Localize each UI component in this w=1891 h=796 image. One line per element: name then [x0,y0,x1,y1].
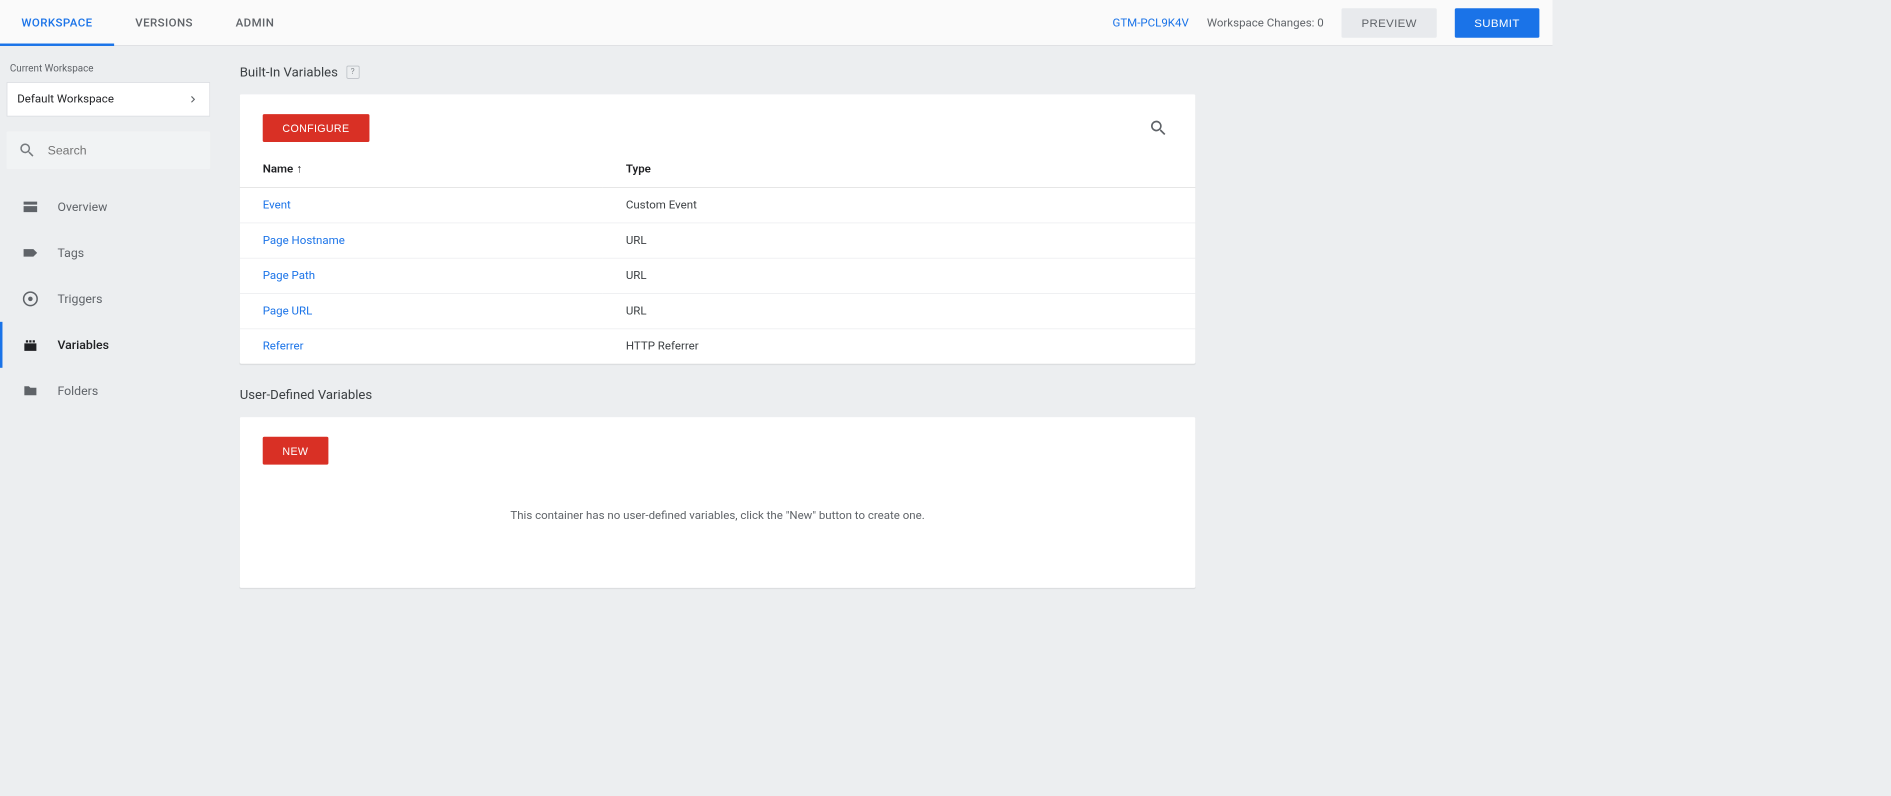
sidebar-nav: Overview Tags Triggers Variables [7,184,211,414]
sidebar-item-overview[interactable]: Overview [7,184,211,230]
variable-link[interactable]: Referrer [263,340,304,353]
tab-workspace[interactable]: WORKSPACE [0,0,114,45]
sidebar-item-label: Triggers [57,291,102,306]
variable-type: URL [603,223,1196,258]
variables-icon [21,336,39,354]
container-id-link[interactable]: GTM-PCL9K4V [1112,16,1188,29]
table-search-button[interactable] [1144,114,1172,142]
variable-link[interactable]: Page Hostname [263,234,345,247]
table-row[interactable]: Event Custom Event [240,188,1196,223]
tag-icon [21,244,39,262]
table-row[interactable]: Page Hostname URL [240,223,1196,258]
userdef-variables-card: NEW This container has no user-defined v… [240,417,1196,588]
builtin-section-title: Built-In Variables ? [240,64,1196,80]
sidebar-item-variables[interactable]: Variables [7,322,211,368]
sidebar-item-label: Overview [57,200,107,215]
empty-state-message: This container has no user-defined varia… [263,465,1173,522]
userdef-section-title: User-Defined Variables [240,387,1196,403]
variable-link[interactable]: Page Path [263,269,315,282]
search-icon [18,141,36,159]
main-content: Built-In Variables ? CONFIGURE Name↑ [217,46,1219,601]
variable-link[interactable]: Event [263,199,291,212]
variable-type: HTTP Referrer [603,329,1196,364]
sidebar-item-triggers[interactable]: Triggers [7,276,211,322]
sidebar-item-label: Variables [57,337,108,352]
sidebar-item-label: Tags [57,245,84,260]
table-row[interactable]: Page URL URL [240,294,1196,329]
column-name-header[interactable]: Name↑ [240,154,603,188]
browser-icon [21,198,39,216]
sidebar: Current Workspace Default Workspace Over… [0,46,217,601]
configure-button[interactable]: CONFIGURE [263,114,369,142]
top-bar: WORKSPACE VERSIONS ADMIN GTM-PCL9K4V Wor… [0,0,1553,46]
variable-type: URL [603,294,1196,329]
sidebar-search[interactable] [7,131,211,169]
search-icon [1149,118,1169,138]
workspace-selector[interactable]: Default Workspace [7,82,211,116]
builtin-variables-card: CONFIGURE Name↑ Type [240,94,1196,363]
column-type-header[interactable]: Type [603,154,1196,188]
tab-versions[interactable]: VERSIONS [114,0,214,45]
sidebar-item-label: Folders [57,383,98,398]
builtin-variables-table: Name↑ Type Event Custom Event Page Hostn… [240,154,1196,364]
target-icon [21,290,39,308]
tab-admin[interactable]: ADMIN [214,0,295,45]
top-tabs: WORKSPACE VERSIONS ADMIN [0,0,296,45]
workspace-changes-label: Workspace Changes: 0 [1207,16,1324,29]
table-row[interactable]: Page Path URL [240,258,1196,293]
folder-icon [21,382,39,400]
search-input[interactable] [48,143,199,157]
preview-button[interactable]: PREVIEW [1342,8,1437,38]
sidebar-item-folders[interactable]: Folders [7,368,211,414]
workspace-name: Default Workspace [17,93,114,106]
current-workspace-label: Current Workspace [10,62,207,73]
sidebar-item-tags[interactable]: Tags [7,230,211,276]
variable-type: URL [603,258,1196,293]
submit-button[interactable]: SUBMIT [1455,8,1540,38]
sort-asc-icon: ↑ [296,163,302,176]
table-row[interactable]: Referrer HTTP Referrer [240,329,1196,364]
help-icon[interactable]: ? [346,65,359,78]
variable-link[interactable]: Page URL [263,305,313,318]
new-button[interactable]: NEW [263,437,328,465]
variable-type: Custom Event [603,188,1196,223]
chevron-right-icon [186,93,199,106]
